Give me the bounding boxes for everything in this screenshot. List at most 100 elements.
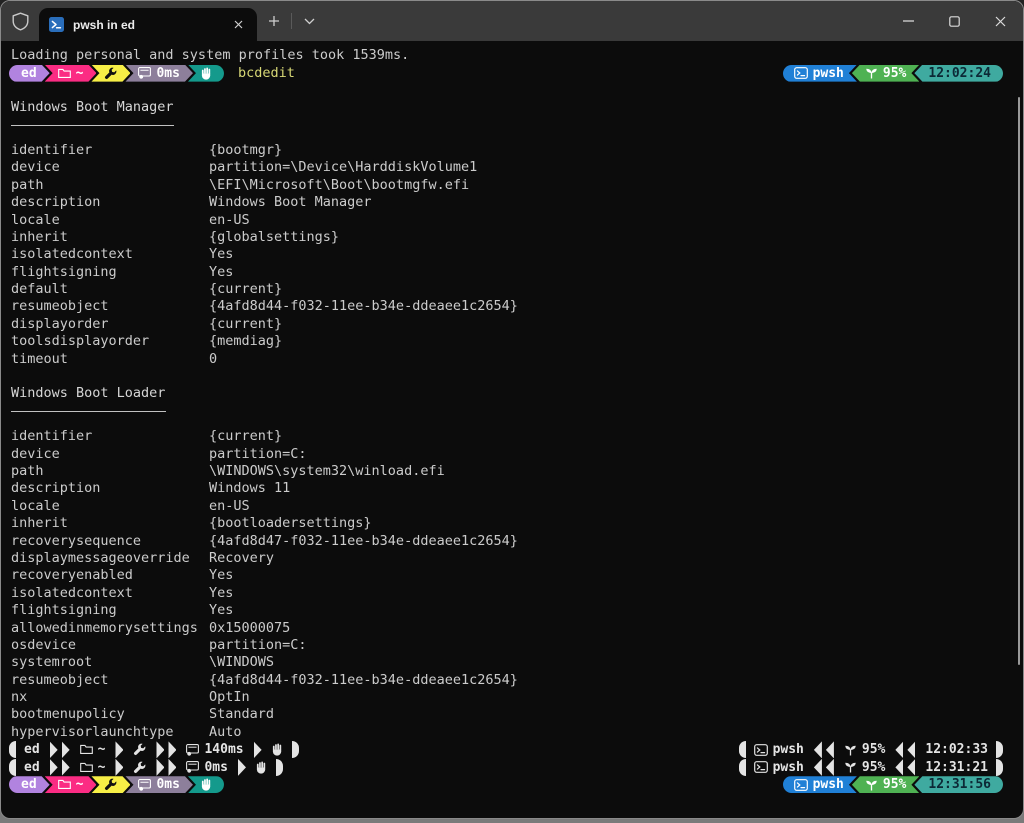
bcd-key: identifier (11, 142, 209, 159)
history-user: ed (16, 742, 48, 757)
scrollbar-thumb[interactable] (1018, 97, 1020, 665)
bcd-key: resumeobject (11, 298, 209, 315)
plant-icon (865, 779, 878, 791)
arrow-right-icon (115, 741, 123, 758)
cap-right-icon (996, 759, 1003, 776)
bcd-value: Windows 11 (209, 480, 290, 497)
section-underline (1, 125, 1023, 142)
maximize-icon[interactable] (931, 1, 977, 41)
arrow-right-icon (168, 741, 176, 758)
status-time: 12:31:56 (928, 777, 991, 792)
prompt-cwd: ~ (76, 777, 84, 792)
arrow-right-icon (156, 759, 164, 776)
history-prompt-line: ed ~ 140ms pwsh 95% 12:02:33 (1, 741, 1023, 758)
bcd-value: Standard (209, 706, 274, 723)
powershell-icon (49, 17, 64, 32)
bcd-key: isolatedcontext (11, 585, 209, 602)
bcd-row: identifier{current} (1, 428, 1023, 445)
new-tab-button[interactable] (257, 1, 291, 41)
bcd-row: toolsdisplayorder{memdiag} (1, 333, 1023, 350)
history-shell: pwsh (773, 760, 804, 775)
blank-line (1, 368, 1023, 385)
bcd-row: flightsigningYes (1, 264, 1023, 281)
folder-icon (80, 762, 93, 773)
history-cwd: ~ (98, 760, 106, 775)
cap-left-icon (9, 759, 16, 776)
arrow-left-icon (826, 759, 834, 776)
prompt-admin-segment (91, 65, 130, 82)
bcd-key: toolsdisplayorder (11, 333, 209, 350)
bcd-key: locale (11, 498, 209, 515)
tab-close-icon[interactable] (229, 16, 247, 34)
bcd-value: 0 (209, 351, 217, 368)
bcd-row: recoveryenabledYes (1, 567, 1023, 584)
prompt-user: ed (21, 66, 37, 81)
bcd-value: Yes (209, 567, 233, 584)
bcd-key: path (11, 463, 209, 480)
blank-line (1, 82, 1023, 99)
bcd-key: recoverysequence (11, 533, 209, 550)
history-battery: 95% (862, 742, 885, 757)
tab-pwsh[interactable]: pwsh in ed (39, 8, 257, 41)
terminal-icon (794, 779, 808, 791)
status-shell-segment: pwsh (783, 65, 857, 82)
titlebar[interactable]: pwsh in ed (1, 1, 1023, 41)
terminal-icon (754, 761, 768, 773)
bcd-row: identifier{bootmgr} (1, 142, 1023, 159)
history-right: pwsh 95% 12:02:33 (739, 741, 1003, 758)
cap-right-icon (276, 759, 283, 776)
bcd-value: {bootloadersettings} (209, 515, 372, 532)
hand-icon (264, 743, 292, 756)
prompt-hand-segment (188, 65, 224, 82)
bcd-value: en-US (209, 212, 250, 229)
close-icon[interactable] (977, 1, 1023, 41)
bcd-value: en-US (209, 498, 250, 515)
cap-right-icon (292, 741, 299, 758)
minimize-icon[interactable] (885, 1, 931, 41)
history-right: pwsh 95% 12:31:21 (739, 759, 1003, 776)
bcd-value: {bootmgr} (209, 142, 282, 159)
history-time: 12:02:33 (917, 742, 996, 757)
bcd-row: bootmenupolicyStandard (1, 706, 1023, 723)
folder-icon (58, 68, 71, 79)
folder-icon (58, 779, 71, 790)
bcd-key: hypervisorlaunchtype (11, 724, 209, 741)
prompt-line-current: ed ~ 0ms pwsh (1, 776, 1023, 793)
bcd-key: device (11, 446, 209, 463)
wrench-icon (125, 761, 154, 774)
arrow-left-icon (895, 759, 903, 776)
prompt-path-segment: ~ (45, 65, 97, 82)
history-user: ed (16, 760, 48, 775)
plant-icon (844, 761, 857, 773)
tab-title: pwsh in ed (73, 18, 229, 32)
bcd-row: path\WINDOWS\system32\winload.efi (1, 463, 1023, 480)
history-shell: pwsh (773, 742, 804, 757)
bcd-key: inherit (11, 229, 209, 246)
bcd-value: Yes (209, 585, 233, 602)
bcd-row: localeen-US (1, 498, 1023, 515)
status-right: pwsh 95% 12:02:24 (783, 65, 1003, 82)
bcd-row: inherit{globalsettings} (1, 229, 1023, 246)
tab-dropdown-button[interactable] (292, 1, 326, 41)
bcd-row: localeen-US (1, 212, 1023, 229)
hand-icon (201, 778, 213, 791)
timer-icon (186, 761, 199, 773)
timer-icon (138, 779, 151, 791)
bcd-key: flightsigning (11, 602, 209, 619)
bcd-row: inherit{bootloadersettings} (1, 515, 1023, 532)
prompt-duration-segment: 0ms (125, 776, 192, 793)
arrow-right-icon (156, 741, 164, 758)
bcd-key: nx (11, 689, 209, 706)
bcd-row: displaymessageoverrideRecovery (1, 550, 1023, 567)
wrench-icon (104, 778, 117, 791)
status-battery: 95% (883, 777, 906, 792)
bcd-value: {4afd8d44-f032-11ee-b34e-ddeaee1c2654} (209, 672, 518, 689)
prompt-user-segment: ed (9, 65, 50, 82)
history-battery: 95% (862, 760, 885, 775)
bcd-key: systemroot (11, 654, 209, 671)
bcd-row: isolatedcontextYes (1, 585, 1023, 602)
bcd-row: timeout0 (1, 351, 1023, 368)
prompt-path-segment: ~ (45, 776, 97, 793)
cap-left-icon (739, 741, 746, 758)
status-shell: pwsh (813, 66, 844, 81)
